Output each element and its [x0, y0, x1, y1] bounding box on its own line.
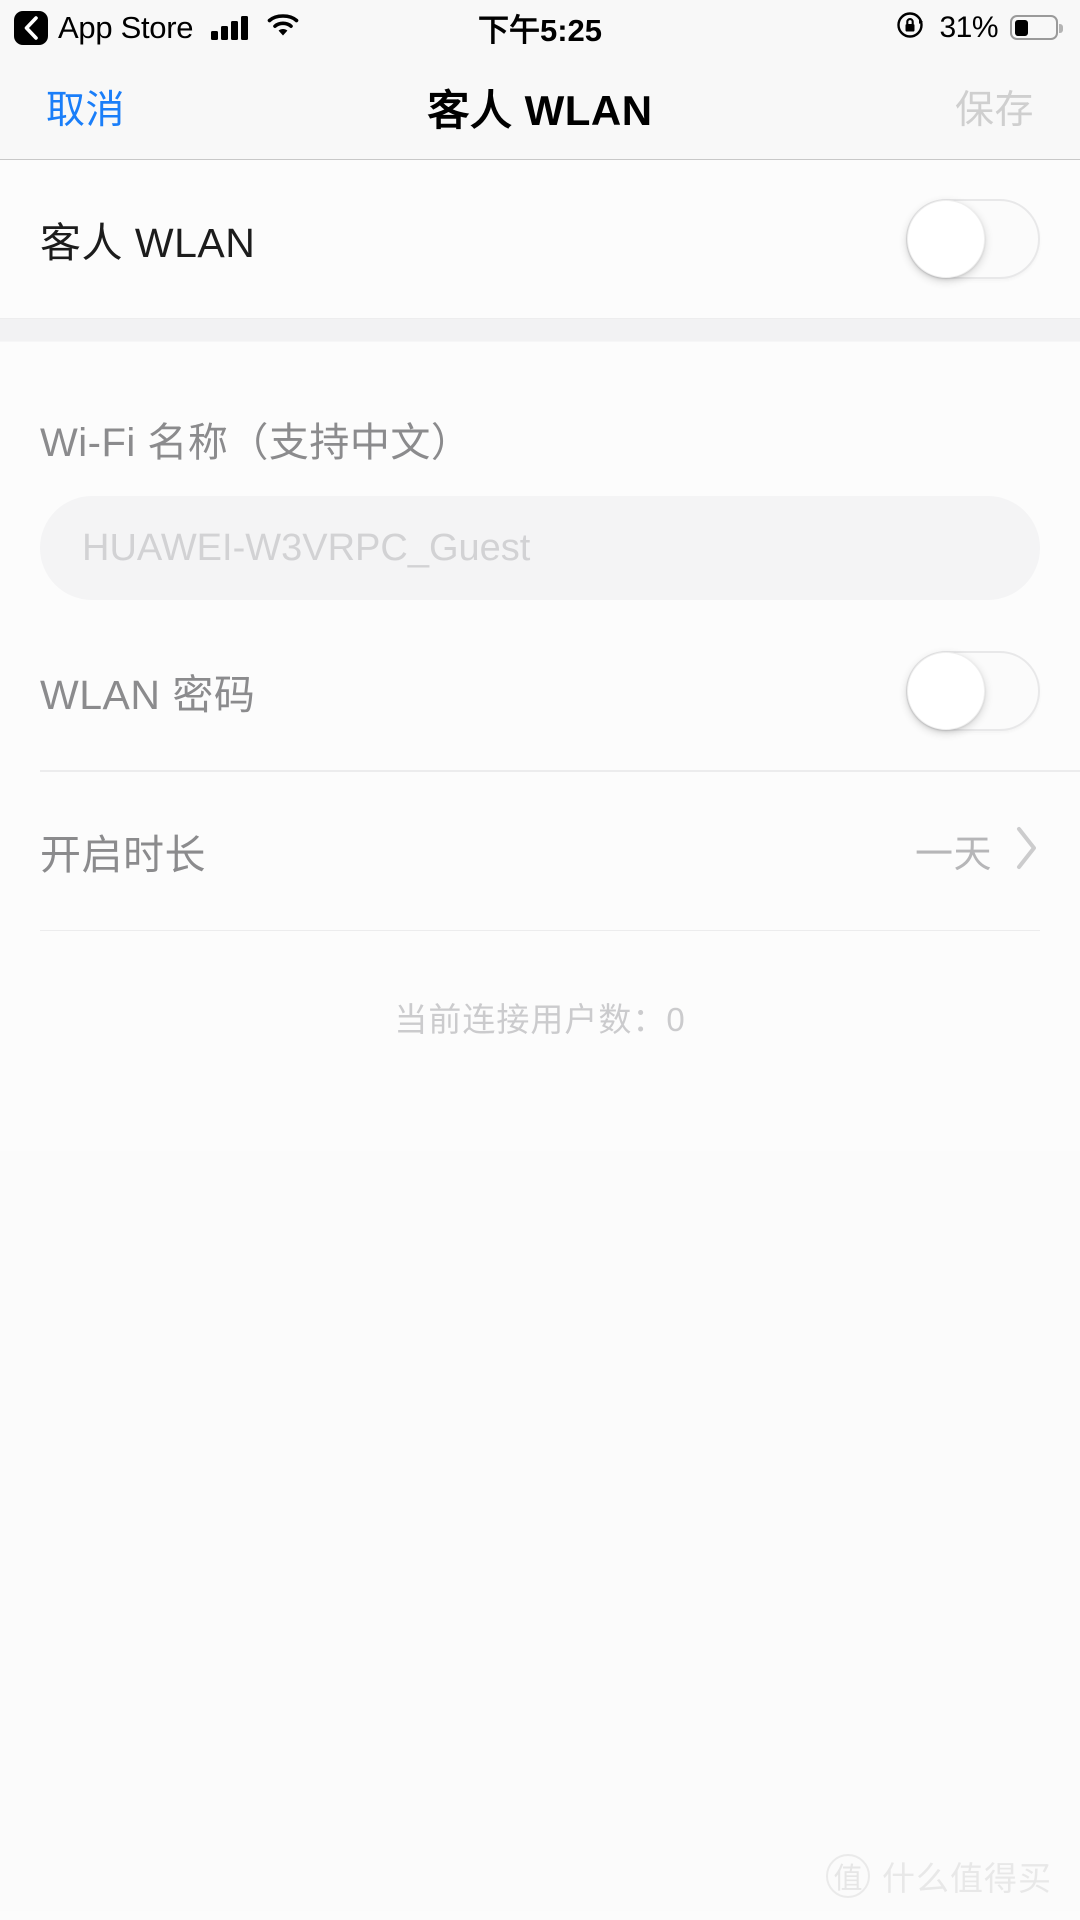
- watermark-text: 什么值得买: [882, 1860, 1052, 1897]
- status-bar-clock: 下午5:25: [477, 13, 603, 48]
- cellular-signal-icon: [211, 15, 249, 40]
- toggle-knob: [907, 200, 985, 278]
- status-bar-left: App Store: [14, 10, 299, 46]
- battery-icon: [1010, 15, 1063, 40]
- wlan-password-row[interactable]: WLAN 密码: [40, 612, 1040, 770]
- guest-wlan-label: 客人 WLAN: [40, 220, 256, 266]
- guest-wlan-row[interactable]: 客人 WLAN: [0, 160, 1080, 318]
- settings-content: 客人 WLAN Wi-Fi 名称（支持中文） WLAN 密码 开启时长 一天: [0, 160, 1080, 1920]
- chevron-left-icon: [22, 15, 40, 40]
- status-bar-right: 31%: [895, 9, 1063, 46]
- guest-wlan-toggle[interactable]: [906, 199, 1040, 279]
- wlan-password-toggle[interactable]: [906, 651, 1040, 731]
- rotation-lock-icon: [895, 9, 927, 46]
- connected-users-note: 当前连接用户数：0: [394, 1001, 686, 1038]
- wifi-icon: [267, 13, 299, 42]
- wifi-name-label: Wi-Fi 名称（支持中文）: [40, 421, 472, 465]
- save-button[interactable]: 保存: [955, 79, 1034, 135]
- page-empty-area: [0, 1151, 1080, 1911]
- duration-row[interactable]: 开启时长 一天: [0, 771, 1080, 930]
- page-title: 客人 WLAN: [427, 86, 653, 134]
- back-to-app-button[interactable]: [14, 10, 48, 45]
- watermark: 值 什么值得买: [826, 1852, 1052, 1900]
- guest-wlan-settings-section: Wi-Fi 名称（支持中文） WLAN 密码: [0, 342, 1080, 770]
- navigation-bar: 取消 客人 WLAN 保存: [0, 55, 1080, 160]
- duration-label: 开启时长: [40, 831, 206, 878]
- duration-value-group: 一天: [915, 823, 1040, 878]
- status-bar: App Store 下午5:25 31%: [0, 0, 1080, 55]
- wlan-password-label: WLAN 密码: [40, 672, 256, 718]
- chevron-right-icon[interactable]: [1014, 825, 1040, 876]
- cancel-button[interactable]: 取消: [46, 79, 125, 135]
- section-end-spacer: [0, 1051, 1080, 1151]
- section-gap: [0, 318, 1080, 342]
- status-bar-app-name[interactable]: App Store: [58, 10, 193, 46]
- duration-value: 一天: [914, 834, 992, 876]
- wifi-name-input[interactable]: [40, 496, 1040, 600]
- toggle-knob: [907, 652, 985, 730]
- watermark-badge: 值: [826, 1854, 870, 1898]
- battery-percentage: 31%: [939, 10, 998, 44]
